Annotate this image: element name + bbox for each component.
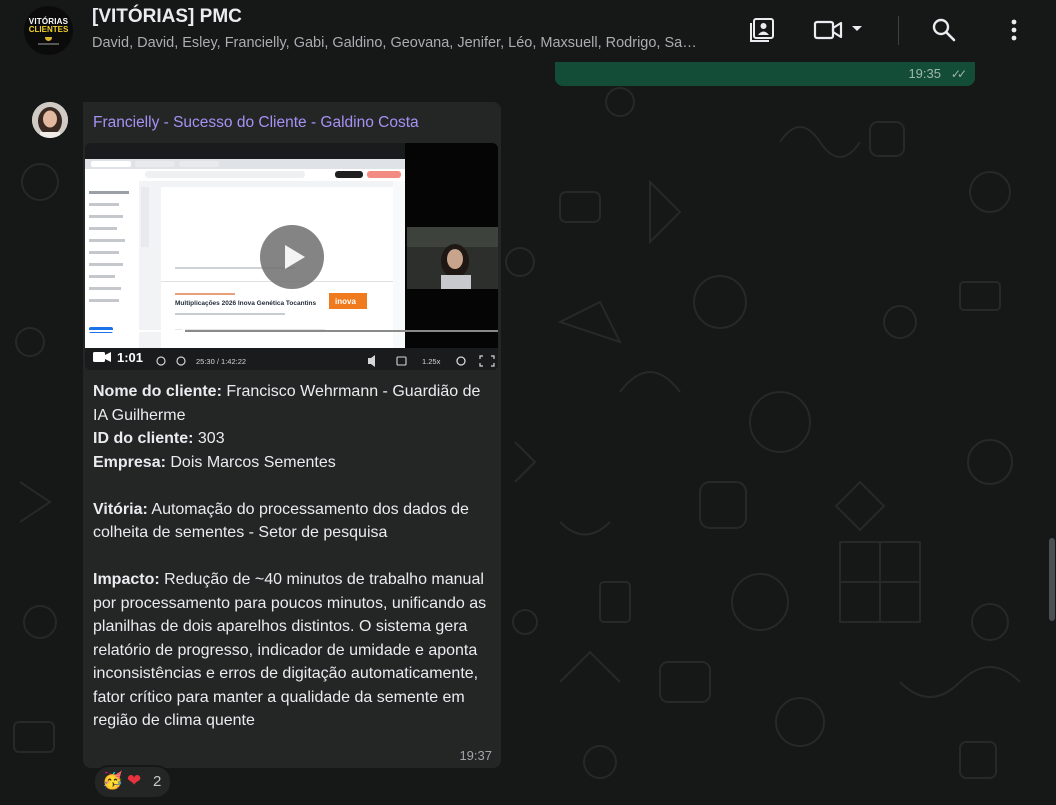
- message-time: 19:35: [908, 66, 941, 81]
- video-message[interactable]: Multiplicações 2026 Inova Genética Tocan…: [85, 143, 498, 370]
- group-avatar-mark: [45, 37, 52, 41]
- message-time: 19:37: [459, 748, 492, 763]
- search-icon[interactable]: [930, 16, 958, 44]
- incoming-message-bubble[interactable]: Francielly - Sucesso do Cliente - Galdin…: [83, 102, 501, 768]
- field-impacto: Impacto: Redução de ~40 minutos de traba…: [93, 571, 487, 729]
- group-title[interactable]: [VITÓRIAS] PMC: [92, 6, 242, 28]
- chat-scrollbar-thumb[interactable]: [1049, 538, 1055, 621]
- field-client-id: ID do cliente: 303: [93, 430, 225, 447]
- chevron-down-icon[interactable]: [850, 22, 864, 36]
- field-vitoria: Vitória: Automação do processamento dos …: [93, 500, 469, 542]
- play-icon: [285, 245, 305, 269]
- field-company: Empresa: Dois Marcos Sementes: [93, 453, 336, 471]
- group-avatar-subline: [38, 43, 59, 45]
- chat-scrollbar-track[interactable]: [1049, 62, 1056, 805]
- party-face-icon: 🥳: [102, 771, 124, 790]
- slide-logo: inova: [335, 297, 356, 306]
- video-call-icon[interactable]: [813, 16, 843, 44]
- chat-header: VITÓRIAS CLIENTES [VITÓRIAS] PMC David, …: [0, 0, 1056, 62]
- player-time: 25:30 / 1:42:22: [196, 357, 246, 366]
- read-ticks-icon: ✓✓: [950, 67, 967, 81]
- group-avatar[interactable]: VITÓRIAS CLIENTES: [24, 6, 73, 55]
- group-members[interactable]: David, David, Esley, Francielly, Gabi, G…: [92, 35, 704, 51]
- play-button[interactable]: [260, 225, 324, 289]
- sender-avatar[interactable]: [32, 102, 68, 138]
- player-speed: 1.25x: [422, 357, 441, 366]
- header-divider: [898, 16, 899, 45]
- sender-name[interactable]: Francielly - Sucesso do Cliente - Galdin…: [93, 114, 419, 132]
- message-text: Nome do cliente: Francisco Wehrmann - Gu…: [93, 380, 493, 733]
- heart-icon: ❤: [127, 771, 142, 790]
- reaction-count: 2: [153, 773, 162, 790]
- group-avatar-text-bottom: CLIENTES: [28, 25, 69, 34]
- field-client-name: Nome do cliente: Francisco Wehrmann - Gu…: [93, 383, 481, 424]
- text-gap: [93, 474, 493, 498]
- slide-title: Multiplicações 2026 Inova Genética Tocan…: [175, 300, 317, 307]
- contact-card-icon[interactable]: [749, 16, 777, 44]
- text-gap: [93, 545, 493, 569]
- more-vertical-icon[interactable]: [1006, 16, 1022, 44]
- video-duration: 1:01: [117, 350, 144, 365]
- message-reactions[interactable]: 🥳 ❤ 2: [93, 765, 172, 799]
